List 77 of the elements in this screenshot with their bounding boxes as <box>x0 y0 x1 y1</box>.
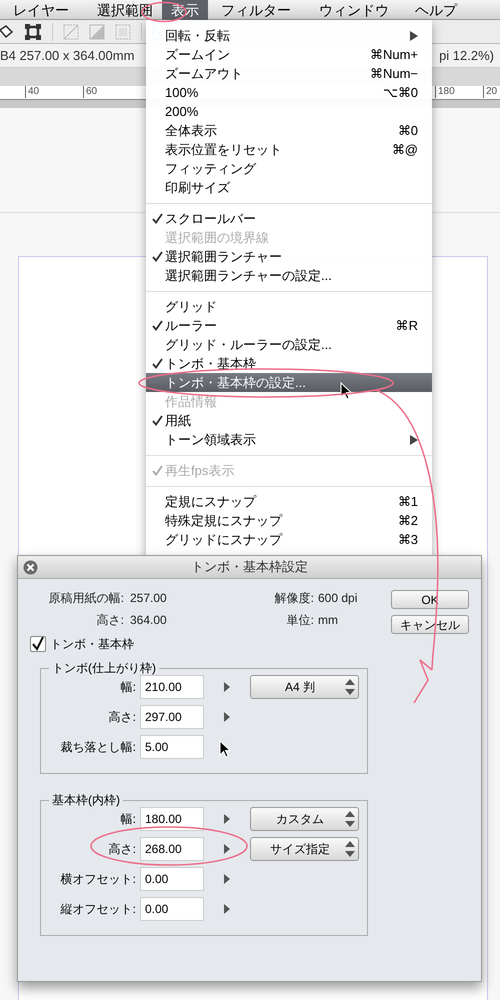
popup-button[interactable]: カスタム <box>250 807 359 831</box>
stepper-arrows-icon <box>345 811 355 827</box>
arrow-right-icon[interactable] <box>224 712 230 722</box>
menu-item[interactable]: トーン領域表示 <box>146 430 432 449</box>
arrow-right-icon[interactable] <box>224 844 230 854</box>
menu-item[interactable]: 定規にスナップ ⌘1 <box>146 492 432 511</box>
info-label: 原稿用紙の幅: <box>48 590 124 607</box>
menu-item[interactable]: グリッドにスナップ ⌘3 <box>146 530 432 549</box>
ruler-label: 40 <box>25 86 40 98</box>
menu-item[interactable]: 200% <box>146 102 432 121</box>
info-value: 600 dpi <box>318 590 358 607</box>
menu-item[interactable]: 用紙 <box>146 411 432 430</box>
info-label: 解像度: <box>274 590 314 607</box>
stepper-arrows-icon <box>345 679 355 695</box>
checkbox-label: トンボ・基本枠 <box>50 636 134 653</box>
popup-button[interactable]: サイズ指定 <box>250 837 359 861</box>
ruler-label: 60 <box>83 86 98 98</box>
info-value: 257.00 <box>130 590 168 607</box>
field-label: 横オフセット: <box>60 871 137 888</box>
menu-bar-item[interactable]: フィルター <box>212 0 300 20</box>
menu-item[interactable]: 100% ⌥⌘0 <box>146 83 432 102</box>
group-title: トンボ(仕上がり枠) <box>49 661 159 675</box>
arrow-right-icon[interactable] <box>224 904 230 914</box>
input-field[interactable]: 5.00 <box>140 735 204 759</box>
field-label: 幅: <box>120 679 137 696</box>
info-label: 単位: <box>286 612 314 629</box>
menu-item[interactable]: 選択範囲ランチャーの設定... <box>146 266 432 285</box>
close-icon[interactable] <box>23 560 38 575</box>
menu-item[interactable]: 印刷サイズ <box>146 178 432 197</box>
transform-icon[interactable] <box>24 22 42 40</box>
arrow-right-icon[interactable] <box>224 682 230 692</box>
menu-item[interactable]: グリッド・ルーラーの設定... <box>146 335 432 354</box>
menu-bar-item[interactable]: レイヤー <box>4 0 78 20</box>
menu-item[interactable]: 選択範囲ランチャー <box>146 247 432 266</box>
input-field[interactable]: 180.00 <box>140 807 204 831</box>
field-label: 高さ: <box>108 709 137 726</box>
field-label: 裁ち落とし幅: <box>60 739 137 756</box>
menu-item[interactable]: 特殊定規にスナップ ⌘2 <box>146 511 432 530</box>
input-field[interactable]: 268.00 <box>140 837 204 861</box>
menu-item[interactable]: フィッティング <box>146 159 432 178</box>
dialog-title: トンボ・基本枠設定 <box>191 558 308 576</box>
menu-item[interactable]: ルーラー ⌘R <box>146 316 432 335</box>
info-label: 高さ: <box>96 612 124 629</box>
ruler-label: 20 <box>483 86 498 98</box>
menu-item[interactable]: ズームイン ⌘Num+ <box>146 45 432 64</box>
mouse-pointer-icon <box>340 382 352 400</box>
highlight-ellipse <box>141 2 187 22</box>
zoom-info-text: pi 12.2%) <box>439 46 495 65</box>
menu-bar-item[interactable]: ウィンドウ <box>310 0 398 20</box>
arrow-right-icon[interactable] <box>224 814 230 824</box>
menu-item[interactable]: 全体表示 ⌘0 <box>146 121 432 140</box>
input-field[interactable]: 297.00 <box>140 705 204 729</box>
menu-item[interactable]: スクロールバー <box>146 209 432 228</box>
dialog-button[interactable]: キャンセル <box>391 615 469 634</box>
info-value: 364.00 <box>130 612 168 629</box>
input-field[interactable]: 0.00 <box>140 897 204 921</box>
menu-item[interactable]: トンボ・基本枠の設定... <box>146 373 432 392</box>
info-value: mm <box>318 612 339 629</box>
menu-item[interactable]: 表示位置をリセット ⌘@ <box>146 140 432 159</box>
menu-item[interactable]: ズームアウト ⌘Num− <box>146 64 432 83</box>
document-info-text: B4 257.00 x 364.00mm <box>0 46 134 65</box>
menu-item[interactable]: グリッド <box>146 297 432 316</box>
input-field[interactable]: 0.00 <box>140 867 204 891</box>
arrow-right-icon[interactable] <box>224 874 230 884</box>
field-label: 高さ: <box>108 841 137 858</box>
popup-button[interactable]: A4 判 <box>250 675 359 699</box>
ruler-label: 180 <box>435 86 455 98</box>
menu-item[interactable]: 回転・反転 <box>146 26 432 45</box>
menu-item[interactable]: トンボ・基本枠 <box>146 354 432 373</box>
field-label: 幅: <box>120 811 137 828</box>
group-title: 基本枠(内枠) <box>49 793 123 807</box>
mouse-pointer-icon <box>219 740 231 758</box>
stepper-arrows-icon <box>345 841 355 857</box>
input-field[interactable]: 210.00 <box>140 675 204 699</box>
field-label: 縦オフセット: <box>60 901 137 918</box>
menu-bar-item[interactable]: ヘルプ <box>406 0 466 20</box>
checkbox[interactable] <box>30 636 46 652</box>
